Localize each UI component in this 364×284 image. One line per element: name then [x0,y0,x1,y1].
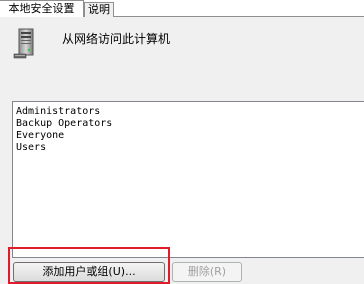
list-item[interactable]: Administrators [13,106,364,118]
remove-button[interactable]: 删除(R) [172,262,242,282]
list-item[interactable]: Backup Operators [13,118,364,130]
list-item[interactable]: Users [13,142,364,154]
list-item[interactable]: Everyone [13,130,364,142]
policy-title: 从网络访问此计算机 [62,32,171,46]
tab-local-security-setting[interactable]: 本地安全设置 [0,0,84,17]
server-icon [13,28,34,59]
add-user-or-group-button[interactable]: 添加用户或组(U)... [13,262,165,282]
tab-panel: 从网络访问此计算机 Administrators Backup Operator… [0,17,364,284]
members-listbox[interactable]: Administrators Backup Operators Everyone… [12,101,364,258]
tab-bar: 本地安全设置 说明 [0,0,364,17]
tab-explain[interactable]: 说明 [84,2,114,17]
